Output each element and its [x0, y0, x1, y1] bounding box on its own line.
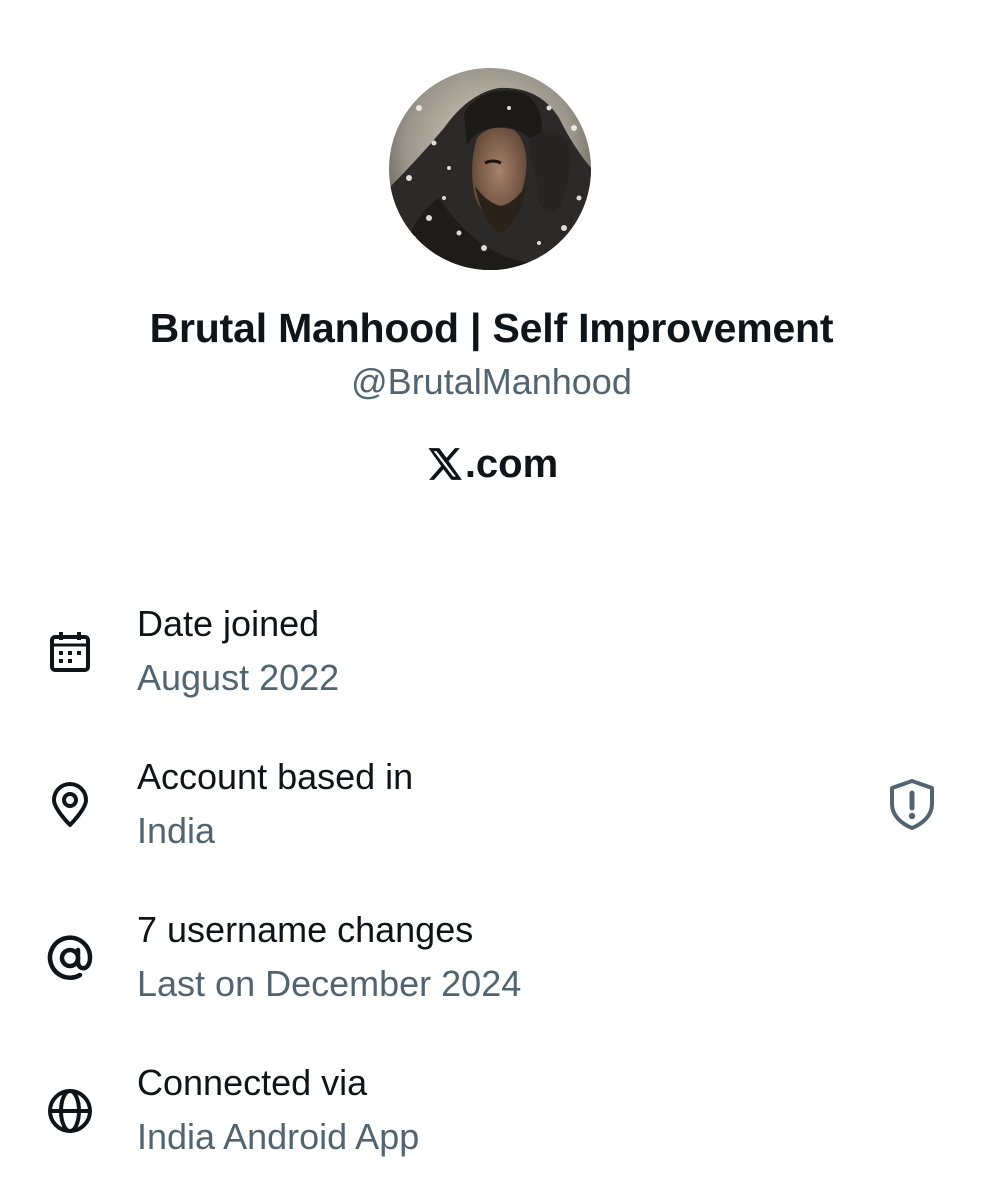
detail-title: Date joined — [137, 603, 320, 644]
calendar-icon — [40, 622, 100, 682]
detail-value: August 2022 — [137, 657, 340, 698]
detail-value: India Android App — [137, 1116, 420, 1157]
at-sign-icon — [40, 928, 100, 988]
globe-icon — [40, 1081, 100, 1141]
display-name: Brutal Manhood | Self Improvement — [149, 305, 834, 351]
detail-title: 7 username changes — [137, 909, 474, 950]
avatar-image — [389, 68, 591, 270]
detail-row-connected-via: Connected via India Android App — [0, 1059, 983, 1169]
shield-alert-icon[interactable] — [884, 776, 940, 832]
detail-title: Connected via — [137, 1062, 368, 1103]
detail-row-account-based-in: Account based in India — [0, 753, 983, 863]
detail-value: Last on December 2024 — [137, 963, 522, 1004]
detail-row-username-changes: 7 username changes Last on December 2024 — [0, 906, 983, 1016]
brand-label: .com — [0, 436, 983, 492]
avatar[interactable] — [389, 68, 591, 270]
detail-value: India — [137, 810, 216, 851]
profile-handle: @BrutalManhood — [351, 361, 632, 402]
x-logo-icon — [428, 448, 462, 480]
detail-title: Account based in — [137, 756, 414, 797]
location-pin-icon — [40, 775, 100, 835]
brand-text: .com — [464, 442, 559, 486]
detail-row-date-joined: Date joined August 2022 — [0, 600, 983, 710]
